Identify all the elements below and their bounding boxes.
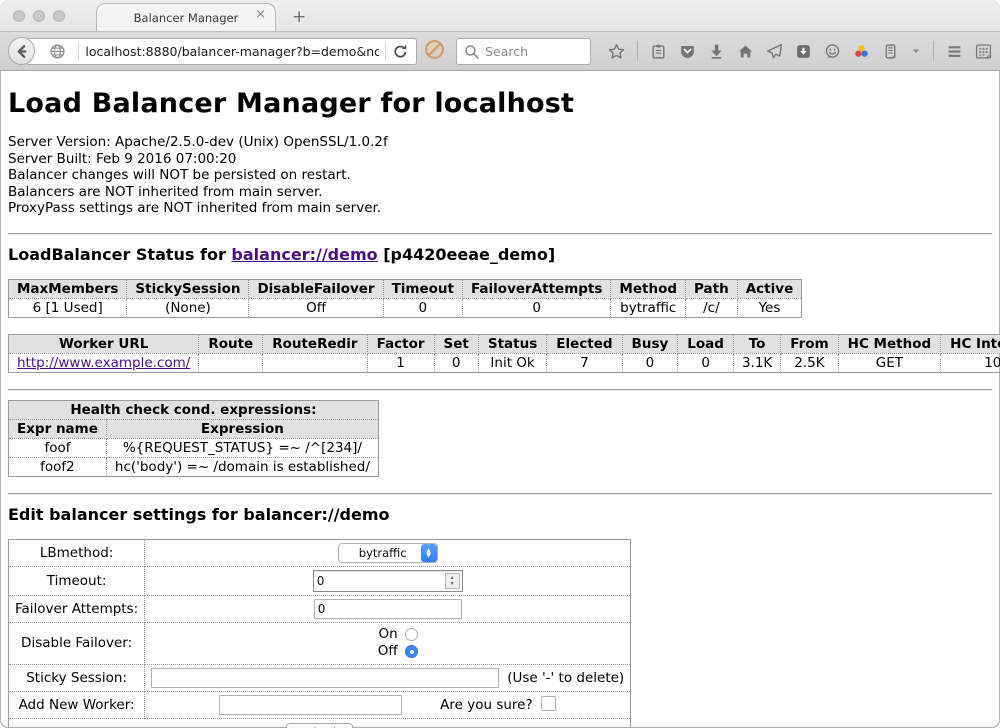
- reload-icon: [392, 43, 409, 60]
- tab-title: Balancer Manager: [134, 11, 239, 25]
- server-version-line: Server Version: Apache/2.5.0-dev (Unix) …: [8, 134, 992, 151]
- send-tab-icon[interactable]: [766, 43, 783, 60]
- lbmethod-row: LBmethod: bytraffic ▲▼: [9, 539, 631, 566]
- clipboard-extension-icon[interactable]: [882, 43, 899, 60]
- navigation-toolbar: localhost:8880/balancer-manager?b=demo&n…: [0, 32, 1000, 71]
- table-header-row: MaxMembers StickySession DisableFailover…: [9, 279, 802, 298]
- worker-url-link[interactable]: http://www.example.com/: [17, 355, 190, 371]
- tab-close-icon[interactable]: ×: [255, 8, 266, 21]
- disable-failover-on-radio[interactable]: [405, 628, 418, 641]
- table-header-row: Worker URL Route RouteRedir Factor Set S…: [9, 334, 1000, 353]
- status-heading: LoadBalancer Status for balancer://demo …: [8, 245, 992, 264]
- edit-balancer-form: LBmethod: bytraffic ▲▼ Timeout: 0 ▴▾: [8, 539, 631, 728]
- disable-failover-label: Disable Failover:: [9, 622, 145, 664]
- minimize-window-button[interactable]: [33, 10, 45, 22]
- timeout-label: Timeout:: [9, 566, 145, 595]
- table-row: foof2 hc('body') =~ /domain is establish…: [9, 457, 379, 476]
- are-you-sure-label: Are you sure?: [440, 697, 533, 713]
- tab-balancer-manager[interactable]: Balancer Manager ×: [96, 3, 276, 31]
- health-table-title: Health check cond. expressions:: [9, 400, 379, 419]
- timeout-row: Timeout: 0 ▴▾: [9, 566, 631, 595]
- bookmark-star-icon[interactable]: [608, 43, 625, 60]
- divider: [8, 233, 992, 235]
- lbmethod-selected-value: bytraffic: [339, 544, 421, 562]
- table-row: foof %{REQUEST_STATUS} =~ /^[234]/: [9, 438, 379, 457]
- persist-note-line: Balancer changes will NOT be persisted o…: [8, 167, 992, 184]
- disable-failover-row: Disable Failover: On Off: [9, 622, 631, 664]
- url-bar[interactable]: localhost:8880/balancer-manager?b=demo&n…: [26, 38, 417, 65]
- lbmethod-label: LBmethod:: [9, 539, 145, 566]
- balancer-demo-link[interactable]: balancer://demo: [231, 245, 377, 264]
- browser-window: Balancer Manager × + localhost:8880/bala…: [0, 0, 1000, 728]
- pocket-icon[interactable]: [679, 43, 696, 60]
- search-bar[interactable]: Search: [456, 38, 591, 65]
- block-button[interactable]: [424, 39, 445, 64]
- submit-button[interactable]: Submit: [286, 723, 353, 728]
- table-header-row: Expr name Expression: [9, 419, 379, 438]
- proxypass-note-line: ProxyPass settings are NOT inherited fro…: [8, 200, 992, 217]
- balancer-status-table: MaxMembers StickySession DisableFailover…: [8, 279, 802, 318]
- page-title: Load Balancer Manager for localhost: [8, 88, 992, 119]
- radio-on-label: On: [379, 626, 398, 643]
- server-built-line: Server Built: Feb 9 2016 07:00:20: [8, 151, 992, 168]
- tile-grid-icon[interactable]: [975, 43, 992, 60]
- url-text[interactable]: localhost:8880/balancer-manager?b=demo&n…: [85, 44, 379, 59]
- tab-bar: Balancer Manager × +: [0, 0, 1000, 32]
- table-row: http://www.example.com/ 1 0 Init Ok 7 0 …: [9, 353, 1000, 372]
- sticky-session-label: Sticky Session:: [9, 664, 145, 691]
- reload-button[interactable]: [392, 43, 409, 60]
- zoom-window-button[interactable]: [53, 10, 65, 22]
- divider: [8, 493, 992, 495]
- back-arrow-icon: [13, 43, 30, 60]
- failover-attempts-row: Failover Attempts:: [9, 595, 631, 622]
- add-worker-label: Add New Worker:: [9, 691, 145, 718]
- divider: [8, 389, 992, 391]
- new-tab-button[interactable]: +: [292, 7, 306, 27]
- number-spinner-icon[interactable]: ▴▾: [445, 573, 460, 589]
- page-content: Load Balancer Manager for localhost Serv…: [0, 88, 1000, 728]
- inherit-note-line: Balancers are NOT inherited from main se…: [8, 184, 992, 201]
- reading-list-icon[interactable]: [650, 43, 667, 60]
- hamburger-menu-icon[interactable]: [946, 43, 963, 60]
- radio-off-label: Off: [378, 643, 398, 660]
- close-window-button[interactable]: [13, 10, 25, 22]
- edit-settings-heading: Edit balancer settings for balancer://de…: [8, 505, 992, 524]
- health-check-table: Health check cond. expressions: Expr nam…: [8, 400, 379, 477]
- timeout-input[interactable]: 0 ▴▾: [313, 570, 463, 592]
- search-icon: [463, 43, 480, 60]
- failover-attempts-label: Failover Attempts:: [9, 595, 145, 622]
- select-arrows-icon: ▲▼: [421, 544, 437, 562]
- sticky-session-row: Sticky Session: (Use '-' to delete): [9, 664, 631, 691]
- globe-icon: [49, 43, 66, 60]
- worker-table: Worker URL Route RouteRedir Factor Set S…: [8, 334, 1000, 373]
- search-placeholder: Search: [485, 44, 528, 59]
- add-worker-input[interactable]: [219, 695, 402, 715]
- add-worker-row: Add New Worker: Are you sure?: [9, 691, 631, 718]
- dropdown-caret-icon[interactable]: [911, 46, 921, 56]
- sticky-session-input[interactable]: [151, 668, 499, 688]
- video-download-icon[interactable]: [795, 43, 812, 60]
- table-row: 6 [1 Used] (None) Off 0 0 bytraffic /c/ …: [9, 298, 802, 317]
- sticky-session-note: (Use '-' to delete): [507, 670, 624, 686]
- blocked-circle-icon: [424, 39, 445, 60]
- lbmethod-select[interactable]: bytraffic ▲▼: [338, 543, 438, 563]
- window-controls[interactable]: [13, 10, 65, 22]
- home-icon[interactable]: [737, 43, 754, 60]
- submit-row: Submit: [9, 718, 631, 728]
- failover-attempts-input[interactable]: [314, 599, 462, 619]
- disable-failover-off-radio[interactable]: [405, 645, 418, 658]
- downloads-icon[interactable]: [708, 43, 725, 60]
- are-you-sure-checkbox[interactable]: [541, 696, 556, 711]
- feedback-smiley-icon[interactable]: [824, 43, 841, 60]
- color-dots-extension-icon[interactable]: [853, 43, 870, 60]
